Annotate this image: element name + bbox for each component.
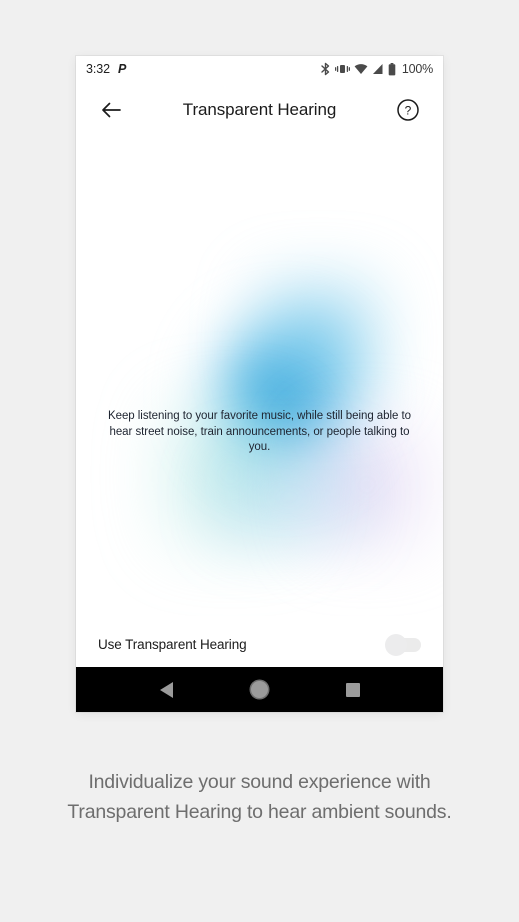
- status-bar: 3:32 P 100%: [76, 56, 443, 82]
- gradient-blob-core: [184, 297, 384, 512]
- wifi-icon: [354, 63, 368, 75]
- phone-screenshot-frame: 3:32 P 100% Transparent Hearing ? Keep l…: [76, 56, 443, 712]
- status-bar-right: 100%: [320, 62, 433, 76]
- status-bar-clock: 3:32: [86, 62, 110, 76]
- app-bar: Transparent Hearing ?: [76, 82, 443, 137]
- feature-description: Keep listening to your favorite music, w…: [108, 410, 411, 454]
- hero-section: Keep listening to your favorite music, w…: [76, 137, 443, 616]
- svg-text:?: ?: [405, 103, 412, 117]
- android-nav-bar: [76, 667, 443, 712]
- help-button[interactable]: ?: [389, 91, 427, 129]
- battery-percentage: 100%: [401, 62, 433, 76]
- pocketcasts-app-icon: P: [117, 62, 127, 76]
- battery-icon: [388, 62, 396, 76]
- vibrate-icon: [334, 62, 350, 76]
- caption-text: Individualize your sound experience with…: [67, 771, 452, 823]
- setting-row-use-transparent-hearing[interactable]: Use Transparent Hearing: [76, 616, 443, 673]
- circle-icon: [251, 681, 268, 698]
- setting-label: Use Transparent Hearing: [98, 637, 247, 652]
- nav-back-button[interactable]: [150, 673, 184, 707]
- page-title: Transparent Hearing: [182, 99, 337, 119]
- square-icon: [345, 682, 360, 697]
- bluetooth-icon: [320, 62, 331, 76]
- cellular-signal-icon: [372, 63, 384, 75]
- toggle-knob: [385, 633, 407, 656]
- nav-home-button[interactable]: [243, 673, 277, 707]
- back-button[interactable]: [92, 91, 130, 129]
- arrow-left-icon: [102, 102, 121, 117]
- gradient-blob-upper: [244, 265, 394, 415]
- status-bar-left: 3:32 P: [86, 62, 126, 76]
- question-mark-circle-icon: ?: [397, 98, 419, 121]
- toggle-use-transparent-hearing[interactable]: [385, 633, 421, 656]
- triangle-left-icon: [160, 681, 173, 698]
- nav-recents-button[interactable]: [336, 673, 370, 707]
